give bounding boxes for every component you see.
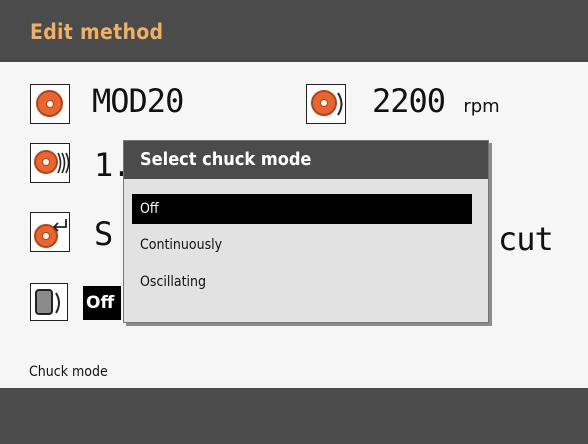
option-oscillating[interactable]: Oscillating: [132, 267, 472, 297]
disc-speed-icon[interactable]: [306, 84, 346, 124]
disc-icon[interactable]: [30, 84, 70, 124]
row3-value-right[interactable]: cut: [498, 220, 554, 258]
row3-value[interactable]: S: [94, 215, 113, 253]
method-name[interactable]: MOD20: [92, 82, 184, 120]
speed-number: 2200: [372, 82, 446, 120]
method-editor-screen: Edit method MOD20 2200 rpm 1. S cut Off …: [0, 0, 588, 444]
title-bar: Edit method: [0, 0, 588, 62]
chuck-mode-dialog: Select chuck mode Off Continuously Oscil…: [123, 140, 489, 323]
status-label: Chuck mode: [29, 364, 108, 380]
dialog-title-bar: Select chuck mode: [124, 141, 488, 179]
disc-return-icon[interactable]: [30, 212, 70, 252]
speed-value[interactable]: 2200 rpm: [372, 82, 500, 120]
chuck-icon[interactable]: [30, 283, 68, 321]
speed-unit: rpm: [463, 96, 500, 117]
screen-title: Edit method: [30, 20, 164, 44]
option-off[interactable]: Off: [132, 194, 472, 224]
disc-waves-icon[interactable]: [30, 143, 70, 183]
option-continuously[interactable]: Continuously: [132, 230, 472, 260]
bottom-bar: [0, 388, 588, 444]
chuck-mode-value[interactable]: Off: [83, 286, 121, 320]
dialog-title: Select chuck mode: [140, 149, 312, 170]
